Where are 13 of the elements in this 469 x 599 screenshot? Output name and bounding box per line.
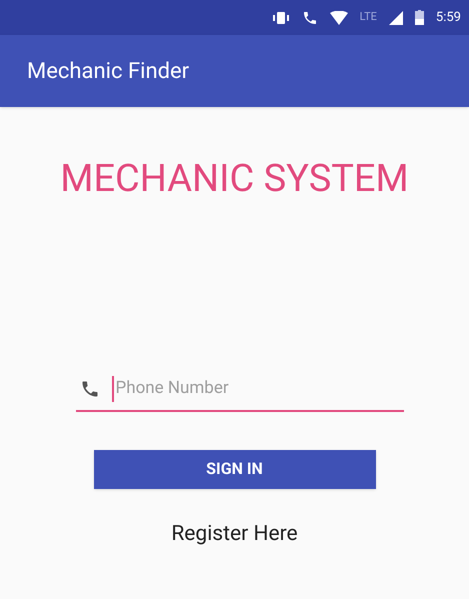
app-title: Mechanic Finder bbox=[27, 58, 190, 86]
wifi-icon bbox=[330, 10, 348, 24]
sign-in-button[interactable]: SIGN IN bbox=[94, 450, 376, 488]
network-type: LTE bbox=[360, 9, 377, 26]
phone-icon bbox=[80, 378, 100, 399]
call-icon bbox=[302, 10, 318, 26]
signal-icon bbox=[388, 10, 403, 24]
phone-field[interactable]: Phone Number bbox=[112, 376, 404, 402]
vibrate-icon bbox=[272, 10, 290, 24]
clock: 5:59 bbox=[436, 8, 461, 27]
heading: MECHANIC SYSTEM bbox=[60, 156, 409, 203]
register-link[interactable]: Register Here bbox=[171, 518, 298, 550]
battery-icon bbox=[414, 10, 424, 25]
